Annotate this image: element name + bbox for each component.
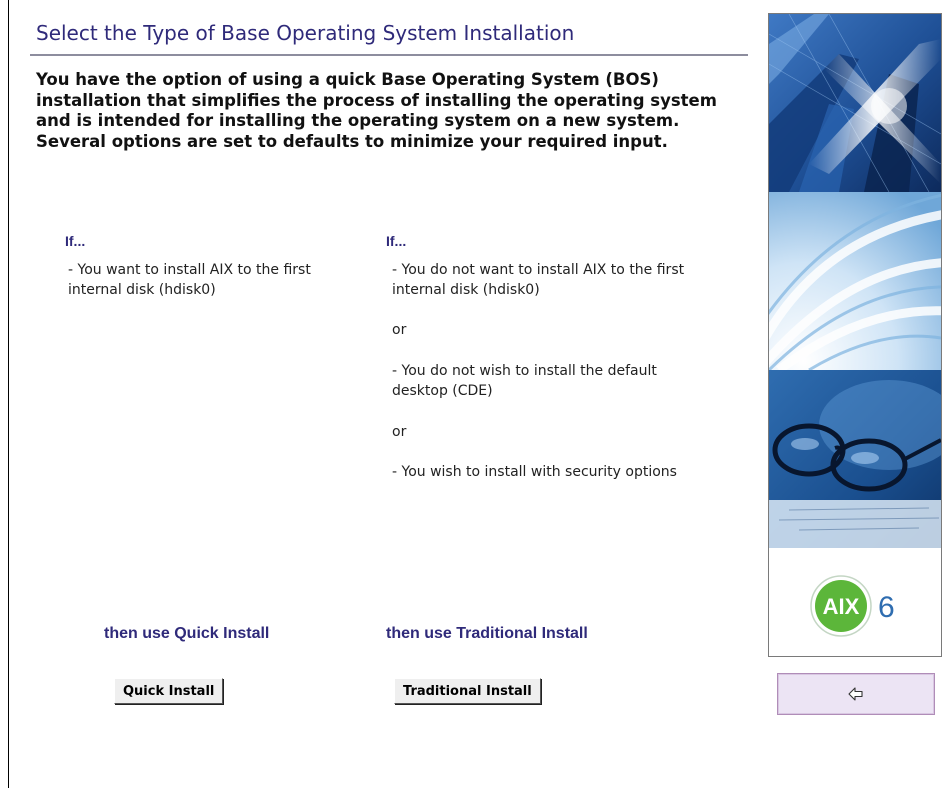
quick-install-hint: then use Quick Install [104,625,270,642]
left-condition: - You want to install AIX to the first i… [68,262,311,298]
left-if-label: If... [65,233,86,249]
aix-logo-version: 6 [878,591,895,624]
right-condition: - You wish to install with security opti… [392,464,677,480]
right-if-label: If... [386,233,407,249]
right-or-separator: or [392,424,407,440]
title-divider [30,54,748,56]
quick-install-button[interactable]: Quick Install [114,678,224,704]
aix-logo-text: AIX [823,594,860,619]
intro-text: You have the option of using a quick Bas… [36,70,717,151]
aix-logo: AIX 6 [810,575,895,637]
right-condition: - You do not wish to install the default… [392,363,657,399]
glasses-image [769,370,941,548]
window-border [8,0,9,788]
page-title: Select the Type of Base Operating System… [36,21,575,45]
skyscraper-image [769,14,941,192]
back-button[interactable] [777,673,935,715]
traditional-install-button[interactable]: Traditional Install [394,678,541,704]
abstract-curves-image [769,192,941,370]
traditional-install-hint: then use Traditional Install [386,625,588,642]
back-arrow-icon [848,687,863,701]
right-or-separator: or [392,322,407,338]
right-condition: - You do not want to install AIX to the … [392,262,685,298]
side-panel: AIX 6 [768,13,942,657]
